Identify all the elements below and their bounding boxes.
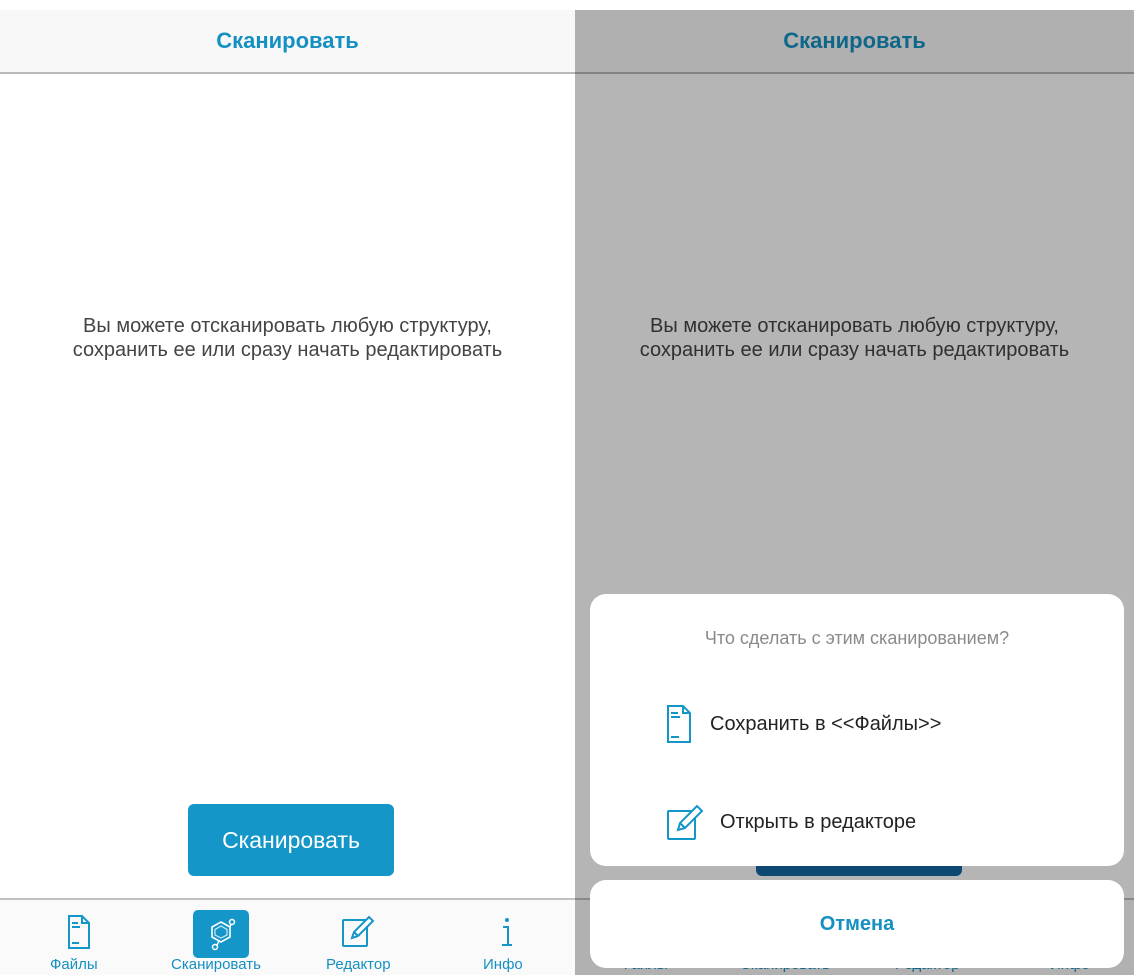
save-to-files-label: Сохранить в <<Файлы>>: [710, 712, 942, 735]
scan-screen-with-action-sheet: Сканировать Вы можете отсканировать любу…: [575, 0, 1134, 975]
scan-button[interactable]: Сканировать: [188, 804, 394, 876]
tab-files[interactable]: Файлы: [45, 900, 125, 975]
tab-scan-label: Сканировать: [171, 956, 261, 973]
description-line-2: сохранить ее или сразу начать редактиров…: [72, 339, 503, 361]
file-icon: [68, 915, 90, 949]
tab-scan[interactable]: Сканировать: [166, 900, 276, 975]
open-in-editor-label: Открыть в редакторе: [720, 810, 917, 833]
tab-files-label: Файлы: [50, 956, 98, 973]
top-bar: Сканировать: [0, 10, 575, 74]
top-gap: [575, 0, 1134, 10]
description-line-1: Вы можете отсканировать любую структуру,: [83, 315, 492, 337]
tab-info-label: Инфо: [483, 956, 523, 973]
action-sheet: Что сделать с этим сканированием? Сохран…: [590, 594, 1124, 866]
info-icon: [502, 918, 512, 946]
tab-editor[interactable]: Редактор: [322, 900, 402, 975]
bottom-tab-bar: Файлы Сканировать Редактор Инфо: [0, 898, 575, 975]
edit-icon: [342, 915, 375, 947]
scan-screen: Сканировать Вы можете отсканировать любу…: [0, 0, 575, 975]
scan-description: Вы можете отсканировать любую структуру,…: [0, 314, 575, 362]
cancel-button[interactable]: Отмена: [590, 880, 1124, 968]
tab-info[interactable]: Инфо: [470, 900, 540, 975]
action-sheet-question: Что сделать с этим сканированием?: [704, 628, 1010, 648]
molecule-icon: [211, 918, 236, 951]
page-title: Сканировать: [216, 28, 359, 53]
edit-icon: [667, 804, 704, 840]
open-in-editor-option[interactable]: Открыть в редакторе: [666, 798, 916, 846]
tab-editor-label: Редактор: [326, 956, 391, 973]
file-icon: [667, 705, 691, 743]
save-to-files-option[interactable]: Сохранить в <<Файлы>>: [666, 700, 941, 748]
